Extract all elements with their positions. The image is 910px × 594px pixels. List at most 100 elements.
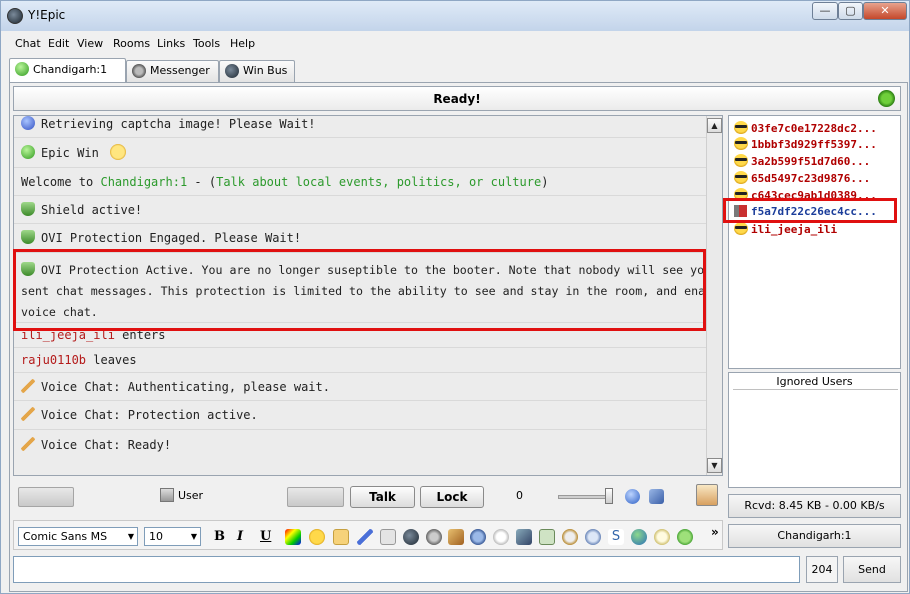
app-window: Y!Epic — ▢ ✕ Chat Edit View Rooms Links … — [0, 0, 910, 594]
tab-winbus[interactable]: Win Bus — [219, 60, 295, 82]
lock-button[interactable]: Lock — [420, 486, 484, 508]
globe-icon[interactable] — [631, 529, 647, 545]
scroll-down-button[interactable]: ▼ — [707, 458, 722, 473]
minimize-button[interactable]: — — [812, 2, 838, 20]
chat-text: Shield active! — [41, 203, 143, 217]
user-item[interactable]: 03fe7c0e17228dc2... — [734, 121, 877, 136]
user-list[interactable]: 03fe7c0e17228dc2... 1bbbf3d929ff5397... … — [728, 115, 901, 369]
skype-icon[interactable]: S — [608, 529, 624, 545]
menu-view[interactable]: View — [77, 37, 103, 50]
user-link[interactable]: raju0110b — [21, 353, 86, 367]
chat-line: Voice Chat: Ready! — [14, 430, 707, 460]
bold-button[interactable]: B — [214, 529, 225, 544]
shield-icon — [21, 230, 35, 244]
voice-level-button[interactable] — [18, 487, 74, 507]
chat-line: OVI Protection Active. You are no longer… — [14, 253, 722, 323]
menu-rooms[interactable]: Rooms — [113, 37, 150, 50]
search-icon[interactable] — [562, 529, 578, 545]
italic-button[interactable]: I — [237, 529, 243, 544]
title-bar: Y!Epic — ▢ ✕ — [1, 1, 909, 31]
menu-edit[interactable]: Edit — [48, 37, 69, 50]
lightbulb-icon[interactable] — [654, 529, 670, 545]
sunglasses-icon — [734, 137, 748, 150]
tab-chandigarh[interactable]: Chandigarh:1 [7] — [9, 58, 126, 98]
user-link[interactable]: ili_jeeja_ili — [21, 328, 115, 342]
shield-toggle-icon[interactable] — [380, 529, 396, 545]
underline-button[interactable]: U — [260, 529, 271, 544]
user-name: 3a2b599f51d7d60... — [751, 155, 871, 168]
font-value: Comic Sans MS — [23, 530, 108, 543]
close-button[interactable]: ✕ — [863, 2, 907, 20]
chat-line: ili_jeeja_ili enters — [14, 323, 707, 348]
rcvd-stats: Rcvd: 8.45 KB - 0.00 KB/s — [728, 494, 901, 518]
green-ball-icon — [15, 62, 29, 76]
chat-line: Retrieving captcha image! Please Wait! — [14, 116, 707, 138]
chat-log[interactable]: Retrieving captcha image! Please Wait! E… — [13, 115, 723, 476]
emoticon-icon[interactable] — [309, 529, 325, 545]
user-name: 65d5497c23d9876... — [751, 172, 871, 185]
pause-icon[interactable] — [585, 529, 601, 545]
size-select[interactable]: 10 ▼ — [144, 527, 201, 546]
pencil-icon — [21, 407, 35, 421]
volume-slider-thumb[interactable] — [605, 488, 613, 504]
volume-slider[interactable] — [558, 495, 612, 499]
maximize-button[interactable]: ▢ — [838, 2, 863, 20]
notepad-icon[interactable] — [696, 484, 718, 506]
room-topic: Talk about local events, politics, or cu… — [216, 175, 542, 189]
tab-messenger[interactable]: Messenger — [126, 60, 219, 82]
room-link[interactable]: Chandigarh:1 — [100, 175, 187, 189]
font-select[interactable]: Comic Sans MS ▼ — [18, 527, 138, 546]
bug-icon[interactable] — [878, 90, 895, 107]
message-input[interactable] — [13, 556, 800, 583]
room-button[interactable]: Chandigarh:1 — [728, 524, 901, 548]
talker-count: 0 — [516, 489, 523, 502]
chat-text: Retrieving captcha image! Please Wait! — [41, 117, 316, 131]
color-picker-icon[interactable] — [285, 529, 301, 545]
info-icon[interactable] — [625, 489, 640, 504]
chat-line: raju0110b leaves — [14, 348, 707, 373]
ignored-users-panel[interactable]: Ignored Users — [728, 372, 901, 488]
chat-line: Epic Win — [14, 138, 707, 168]
talk-button[interactable]: Talk — [350, 486, 415, 508]
more-tools-button[interactable]: » — [711, 525, 719, 539]
user-item[interactable]: c643cec9ab1d0389... — [734, 188, 877, 203]
microphone-icon[interactable] — [649, 489, 664, 504]
user-item[interactable]: 65d5497c23d9876... — [734, 171, 870, 186]
green-ball-icon — [21, 145, 35, 159]
pencil-icon[interactable] — [333, 529, 349, 545]
user-item[interactable]: 1bbbf3d929ff5397... — [734, 137, 877, 152]
send-button[interactable]: Send — [843, 556, 901, 583]
gear-icon[interactable] — [426, 529, 442, 545]
epic-icon[interactable] — [403, 529, 419, 545]
size-value: 10 — [149, 530, 163, 543]
menu-links[interactable]: Links — [157, 37, 185, 50]
pen-icon[interactable] — [357, 529, 373, 545]
user-item[interactable]: ili_jeeja_ili — [734, 222, 837, 237]
user-name: 1bbbf3d929ff5397... — [751, 138, 877, 151]
chat-text: Voice Chat: Protection active. — [41, 408, 258, 422]
voice-meter-button[interactable] — [287, 487, 344, 507]
shield-icon — [21, 262, 35, 276]
sunglasses-icon — [734, 222, 748, 235]
menu-chat[interactable]: Chat — [15, 37, 41, 50]
user-item-selected[interactable]: f5a7df22c26ec4cc... — [734, 205, 877, 220]
chat-line: Shield active! — [14, 196, 707, 224]
chat-text: Voice Chat: Authenticating, please wait. — [41, 380, 330, 394]
music-icon[interactable] — [470, 529, 486, 545]
speech-bubble-icon[interactable] — [677, 529, 693, 545]
feather-icon[interactable] — [516, 529, 532, 545]
chat-scrollbar[interactable]: ▲ ▼ — [706, 116, 722, 475]
chat-text: leaves — [86, 353, 137, 367]
table-icon[interactable] — [539, 529, 555, 545]
tag-icon[interactable] — [448, 529, 464, 545]
tab-label: Messenger — [150, 64, 210, 77]
speaker-icon — [734, 205, 747, 217]
gear-icon — [132, 64, 146, 78]
scroll-up-button[interactable]: ▲ — [707, 118, 722, 133]
chat-text: Epic Win — [41, 146, 99, 160]
g-icon[interactable] — [493, 529, 509, 545]
menu-help[interactable]: Help — [230, 37, 255, 50]
menu-tools[interactable]: Tools — [193, 37, 220, 50]
pencil-icon — [21, 379, 35, 393]
user-item[interactable]: 3a2b599f51d7d60... — [734, 154, 870, 169]
